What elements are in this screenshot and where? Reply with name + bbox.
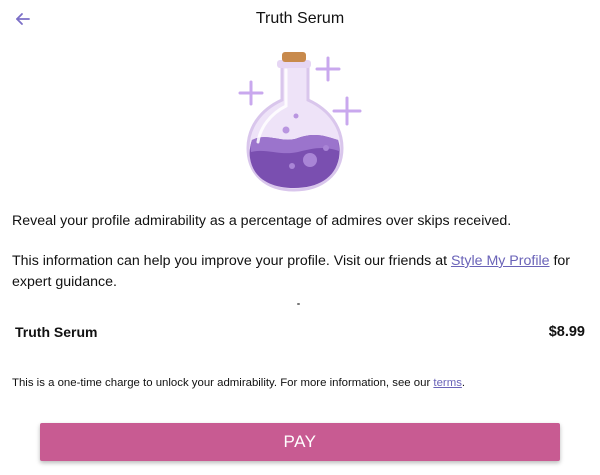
product-name: Truth Serum [15,324,98,340]
description-guidance: This information can help you improve yo… [12,251,582,293]
terms-link[interactable]: terms [433,377,461,389]
description-text: Reveal your profile admirability as a pe… [12,213,512,229]
page-title: Truth Serum [255,10,345,27]
price-row: Truth Serum $8.99 [15,324,585,344]
sparkle-icon [332,96,362,126]
guidance-text: This information can help you improve yo… [12,253,451,269]
product-price: $8.99 [548,324,585,340]
divider-dot [297,303,300,305]
charge-note: This is a one-time charge to unlock your… [12,375,592,391]
potion-flask-icon [238,52,362,192]
sparkle-icon [238,80,264,106]
charge-note-text: This is a one-time charge to unlock your… [12,377,434,389]
sparkle-icon [315,56,341,82]
charge-note-end: . [461,377,466,389]
top-bar: Truth Serum [0,0,600,40]
style-my-profile-link[interactable]: Style My Profile [451,253,550,269]
pay-button[interactable]: PAY [40,423,560,461]
potion-illustration [230,48,370,198]
